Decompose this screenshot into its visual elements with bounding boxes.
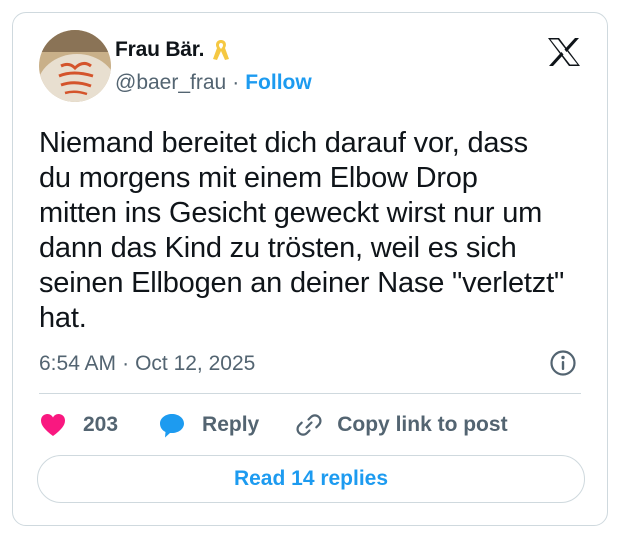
post-time: 6:54 AM <box>39 352 117 375</box>
post-text: Niemand bereitet dich darauf vor, dass d… <box>39 127 565 334</box>
timestamp-separator: · <box>122 352 130 375</box>
separator-dot: · <box>232 71 240 94</box>
link-icon <box>296 414 322 436</box>
info-icon[interactable] <box>549 349 577 377</box>
post-date: Oct 12, 2025 <box>135 352 256 375</box>
tweet-card: Frau Bär. @baer_frau · Follow Niemand be… <box>12 12 608 526</box>
author-handle[interactable]: @baer_frau <box>115 71 226 95</box>
follow-link[interactable]: Follow <box>245 71 312 95</box>
author-name[interactable]: Frau Bär. <box>115 38 204 62</box>
copy-link-label: Copy link to post <box>337 413 508 436</box>
read-replies-button[interactable]: Read 14 replies <box>37 455 585 503</box>
heart-icon <box>41 414 65 436</box>
yellow-ribbon-icon <box>212 38 230 62</box>
divider <box>39 393 581 394</box>
like-button[interactable]: 203 <box>39 411 118 439</box>
x-logo-icon[interactable] <box>547 37 581 67</box>
reply-label: Reply <box>202 413 260 436</box>
action-bar: 203 Reply Copy link to post <box>39 409 508 441</box>
post-timestamp[interactable]: 6:54 AM · Oct 12, 2025 <box>39 352 255 376</box>
reply-button[interactable]: Reply <box>158 411 259 439</box>
handle-row: @baer_frau · Follow <box>115 71 312 95</box>
speech-bubble-icon <box>160 414 185 438</box>
author-name-row: Frau Bär. <box>115 38 230 62</box>
copy-link-button[interactable]: Copy link to post <box>295 411 508 439</box>
read-replies-label: Read 14 replies <box>233 467 389 490</box>
like-count: 203 <box>83 413 119 436</box>
avatar[interactable] <box>39 30 111 102</box>
